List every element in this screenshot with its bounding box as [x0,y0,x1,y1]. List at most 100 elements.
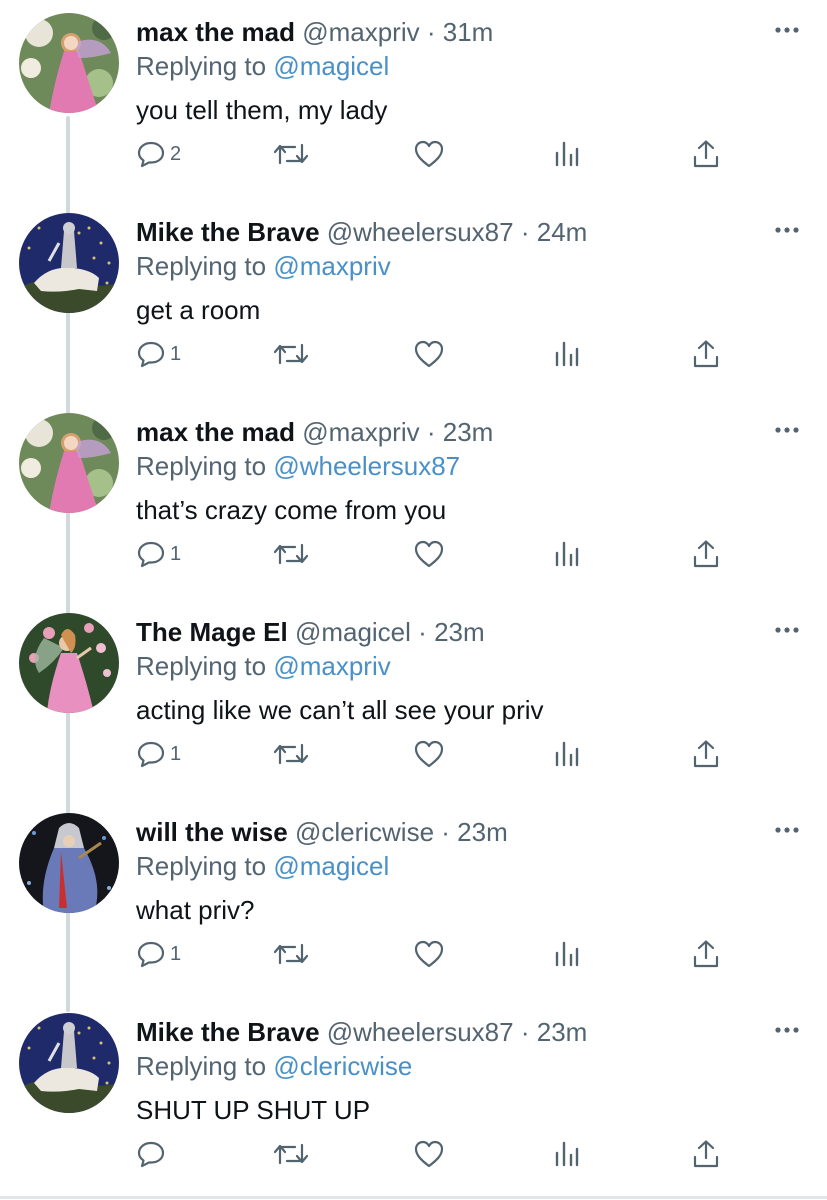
avatar[interactable] [19,413,119,513]
replying-to-handle[interactable]: @wheelersux87 [273,451,460,481]
timestamp[interactable]: 23m [537,1017,588,1047]
retweet-icon [273,743,309,765]
reply-button[interactable]: 1 [136,534,181,574]
views-button[interactable] [554,734,580,774]
retweet-icon [273,1143,309,1165]
replying-to-label: Replying to [136,451,274,481]
more-options-icon[interactable] [772,1020,802,1040]
replying-to: Replying to @maxpriv [136,648,391,684]
tweet-text: SHUT UP SHUT UP [136,1095,371,1125]
tweet[interactable]: max the mad @maxpriv · 23m Replying to @… [0,400,827,600]
views-button[interactable] [554,934,580,974]
reply-button[interactable]: 1 [136,734,181,774]
replying-to-handle[interactable]: @magicel [273,51,389,81]
tweet[interactable]: The Mage El @magicel · 23m Replying to @… [0,600,827,800]
retweet-icon [273,143,309,165]
replying-to: Replying to @wheelersux87 [136,448,460,484]
like-button[interactable] [413,734,445,774]
display-name[interactable]: The Mage El [136,617,288,647]
share-button[interactable] [692,1134,720,1174]
timestamp[interactable]: 23m [443,417,494,447]
tweet[interactable]: Mike the Brave @wheelersux87 · 24m Reply… [0,200,827,400]
display-name[interactable]: Mike the Brave [136,1017,320,1047]
like-icon [414,540,444,568]
user-handle[interactable]: @clericwise [295,817,434,847]
more-options-icon[interactable] [772,20,802,40]
reply-count: 1 [170,943,182,965]
more-options-icon[interactable] [772,620,802,640]
views-button[interactable] [554,1134,580,1174]
like-button[interactable] [413,1134,445,1174]
views-button[interactable] [554,334,580,374]
tweet[interactable]: will the wise @clericwise · 23m Replying… [0,800,827,1000]
display-name[interactable]: max the mad [136,17,295,47]
user-handle[interactable]: @maxpriv [302,417,419,447]
like-button[interactable] [413,934,445,974]
timestamp[interactable]: 24m [537,217,588,247]
views-button[interactable] [554,534,580,574]
reply-button[interactable] [136,1134,170,1174]
avatar[interactable] [19,813,119,913]
more-options-icon[interactable] [772,220,802,240]
avatar[interactable] [19,213,119,313]
timestamp[interactable]: 31m [443,17,494,47]
share-button[interactable] [692,934,720,974]
like-button[interactable] [413,534,445,574]
reply-button[interactable]: 2 [136,134,181,174]
fairy-pink-dress-icon [19,413,119,513]
replying-to-handle[interactable]: @magicel [273,851,389,881]
separator-dot: · [426,17,436,47]
replying-to-handle[interactable]: @maxpriv [273,651,390,681]
share-icon [693,140,719,168]
replying-to-handle[interactable]: @clericwise [273,1051,412,1081]
views-button[interactable] [554,134,580,174]
reply-count: 1 [170,743,182,765]
user-handle[interactable]: @maxpriv [302,17,419,47]
tweet-text: that’s crazy come from you [136,495,447,525]
user-handle[interactable]: @wheelersux87 [327,217,514,247]
reply-count: 1 [170,343,182,365]
share-button[interactable] [692,734,720,774]
tweet-text: get a room [136,295,261,325]
display-name[interactable]: Mike the Brave [136,217,320,247]
views-icon [555,1141,579,1167]
more-options-icon[interactable] [772,420,802,440]
tweet-text: you tell them, my lady [136,95,388,125]
fairy-garden-icon [19,613,119,713]
user-handle[interactable]: @wheelersux87 [327,1017,514,1047]
share-button[interactable] [692,534,720,574]
views-icon [555,541,579,567]
retweet-button[interactable] [273,734,309,774]
share-button[interactable] [692,334,720,374]
more-options-icon[interactable] [772,820,802,840]
share-icon [693,940,719,968]
user-handle[interactable]: @magicel [295,617,411,647]
tweet[interactable]: max the mad @maxpriv · 31m Replying to @… [0,0,827,200]
retweet-button[interactable] [273,934,309,974]
retweet-icon [273,343,309,365]
display-name[interactable]: will the wise [136,817,288,847]
like-button[interactable] [413,134,445,174]
retweet-button[interactable] [273,534,309,574]
avatar[interactable] [19,1013,119,1113]
timestamp[interactable]: 23m [457,817,508,847]
views-icon [555,341,579,367]
reply-button[interactable]: 1 [136,934,181,974]
replying-to-handle[interactable]: @maxpriv [273,251,390,281]
reply-icon [137,741,165,768]
tweet[interactable]: Mike the Brave @wheelersux87 · 23m Reply… [0,1000,827,1200]
separator-dot: · [520,1017,530,1047]
reply-icon [137,1141,165,1168]
share-button[interactable] [692,134,720,174]
tweet-header: The Mage El @magicel · 23m [136,614,485,650]
avatar[interactable] [19,13,119,113]
retweet-button[interactable] [273,134,309,174]
reply-button[interactable]: 1 [136,334,181,374]
avatar[interactable] [19,613,119,713]
like-button[interactable] [413,334,445,374]
retweet-button[interactable] [273,334,309,374]
retweet-button[interactable] [273,1134,309,1174]
views-icon [555,741,579,767]
timestamp[interactable]: 23m [434,617,485,647]
display-name[interactable]: max the mad [136,417,295,447]
